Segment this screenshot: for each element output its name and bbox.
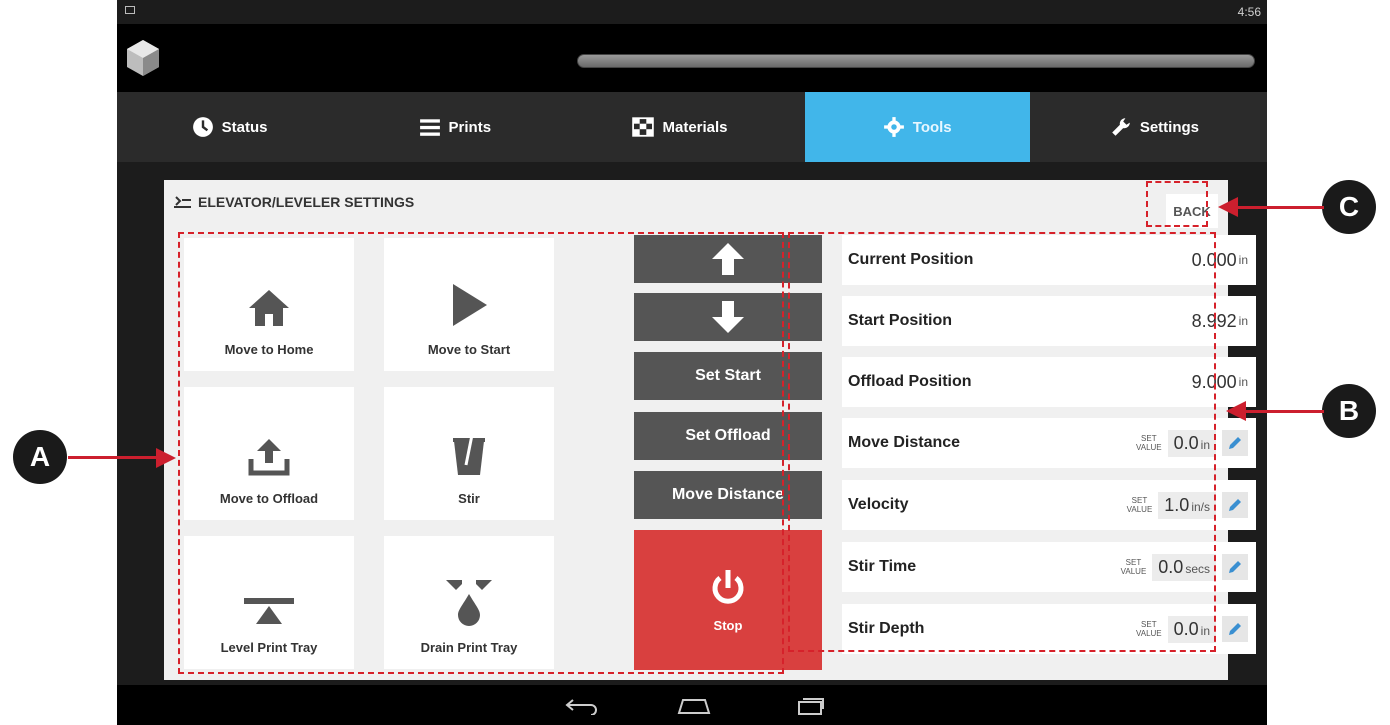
tab-bar: Status Prints Materials Tools Settings	[117, 92, 1267, 162]
region-b-outline	[788, 232, 1216, 652]
clock-icon	[192, 117, 213, 137]
start-position-unit: in	[1238, 314, 1248, 328]
logo-cube-icon	[127, 40, 159, 76]
tab-prints-label: Prints	[448, 118, 492, 136]
callout-c-arrowhead-icon	[1218, 197, 1238, 217]
tab-status-label: Status	[221, 118, 268, 136]
callout-a-arrow-line	[68, 456, 162, 459]
notification-icon	[125, 6, 135, 14]
tab-prints[interactable]: Prints	[342, 92, 567, 162]
callout-b-arrowhead-icon	[1226, 401, 1246, 421]
pencil-icon	[1229, 437, 1241, 449]
home-nav-icon[interactable]	[677, 697, 711, 715]
edit-velocity-button[interactable]	[1222, 492, 1248, 518]
tab-tools[interactable]: Tools	[804, 92, 1030, 162]
edit-stir-depth-button[interactable]	[1222, 616, 1248, 642]
menu-icon	[419, 119, 440, 136]
region-a-outline	[178, 232, 784, 674]
edit-move-distance-button[interactable]	[1222, 430, 1248, 456]
pencil-icon	[1229, 623, 1241, 635]
panel-header: ELEVATOR/LEVELER SETTINGS	[174, 194, 414, 210]
callout-b: B	[1322, 384, 1376, 438]
progress-bar	[577, 54, 1255, 68]
gear-icon	[883, 117, 904, 137]
offload-position-unit: in	[1238, 375, 1248, 389]
callout-c-arrow-line	[1236, 206, 1324, 209]
wrench-icon	[1112, 118, 1130, 136]
callout-a-arrowhead-icon	[156, 448, 176, 468]
pencil-icon	[1229, 499, 1241, 511]
tab-materials-label: Materials	[662, 118, 728, 136]
current-position-unit: in	[1238, 253, 1248, 267]
status-bar: 4:56	[117, 0, 1267, 24]
callout-a: A	[13, 430, 67, 484]
tab-settings[interactable]: Settings	[1042, 92, 1267, 162]
status-time: 4:56	[1237, 5, 1261, 19]
pencil-icon	[1229, 561, 1241, 573]
edit-stir-time-button[interactable]	[1222, 554, 1248, 580]
region-c-outline	[1146, 181, 1208, 227]
page-title: ELEVATOR/LEVELER SETTINGS	[198, 194, 415, 210]
recent-apps-icon[interactable]	[795, 697, 825, 715]
tab-tools-label: Tools	[912, 118, 952, 136]
elevator-icon	[174, 196, 191, 208]
tab-settings-label: Settings	[1139, 118, 1199, 136]
android-nav-bar	[117, 685, 1267, 725]
tab-status[interactable]: Status	[117, 92, 342, 162]
callout-c: C	[1322, 180, 1376, 234]
app-bar	[117, 24, 1267, 92]
checkered-flag-icon	[632, 117, 655, 137]
back-nav-icon[interactable]	[565, 697, 599, 715]
callout-b-arrow-line	[1242, 410, 1324, 413]
tab-materials[interactable]: Materials	[567, 92, 792, 162]
